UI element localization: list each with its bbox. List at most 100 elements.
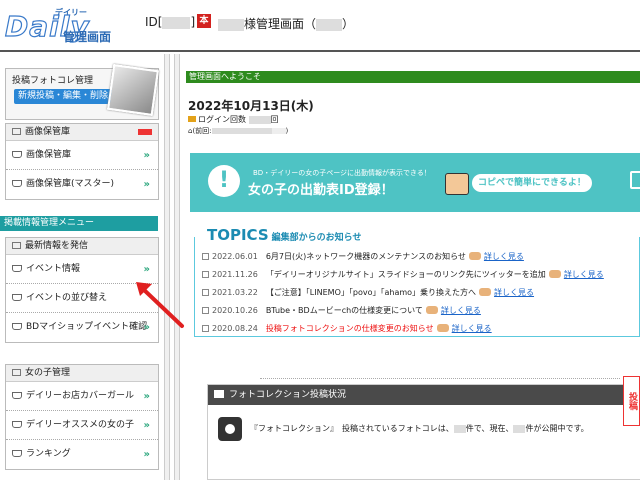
account-id: ID[] (145, 15, 195, 29)
topic-row: 2020.08.24 投稿フォトコレクションの仕様変更のお知らせ 詳しく見る (202, 323, 492, 334)
topic-text: BTube・BDムービーchの仕様変更について (265, 306, 423, 315)
girls-box: 女の子管理 デイリーお店カバーガール » デイリーオススメの女の子 » ランキング » (5, 364, 159, 470)
previous-login-close: ) (285, 127, 289, 135)
gallery-head: 画像保管庫 (6, 124, 158, 141)
masked-previous-login (211, 128, 272, 134)
chevron-right-icon: » (143, 179, 150, 190)
gallery-box: 画像保管庫 画像保管庫 » 画像保管庫(マスター) » (5, 123, 159, 200)
photo-thumbnail (107, 64, 159, 116)
previous-login-label: (前回: (192, 127, 212, 135)
topic-text: 「デイリーオリジナルサイト」スライドショーのリンク先にツイッターを追加 (265, 270, 546, 279)
login-count: ログイン回数 回 (188, 114, 279, 125)
masked-count (513, 424, 526, 433)
book-icon (12, 323, 22, 330)
daily-logo[interactable]: デイリー Daily 管理画面 (3, 4, 118, 48)
topic-text: 投稿フォトコレクションの仕様変更のお知らせ (265, 324, 434, 333)
photo-collection-status-title: フォトコレクション投稿状況 (229, 390, 347, 400)
calendar-icon (630, 171, 640, 189)
chevron-right-icon: » (143, 391, 150, 402)
book-icon (12, 180, 22, 187)
sidebar-item-gallery[interactable]: 画像保管庫 » (6, 141, 158, 170)
exclamation-icon: ! (208, 165, 240, 197)
topic-details-link[interactable]: 詳しく見る (494, 288, 534, 297)
sidebar-item-label: デイリーお店カバーガール (26, 391, 135, 401)
sidebar-item-label: 画像保管庫 (26, 150, 72, 160)
topic-details-link[interactable]: 詳しく見る (484, 252, 524, 261)
topic-date: 2020.08.24 (212, 324, 258, 333)
topic-date: 2021.03.22 (212, 288, 258, 297)
topic-date: 2022.06.01 (212, 252, 258, 261)
sidebar-item-label: イベントの並び替え (26, 293, 108, 303)
user-title-text: 様管理画面（ (244, 17, 317, 31)
chevron-right-icon: » (143, 449, 150, 460)
news-head: 最新情報を発信 (6, 238, 158, 255)
topic-details-link[interactable]: 詳しく見る (564, 270, 604, 279)
camera-icon (218, 416, 242, 441)
sidebar-item-label: イベント情報 (26, 264, 81, 274)
girls-head-label: 女の子管理 (25, 368, 71, 378)
banner-copy-badge: コピペで簡単にできるよ！ (472, 174, 592, 192)
chevron-right-icon: » (143, 150, 150, 161)
sidebar-item-ranking[interactable]: ランキング » (6, 440, 158, 469)
chevron-right-icon: » (143, 420, 150, 431)
girls-head: 女の子管理 (6, 365, 158, 382)
sidebar-item-label: 画像保管庫(マスター) (26, 179, 115, 189)
topic-text: 【ご注意】「LINEMO」「povo」「ahamo」乗り換えた方へ (265, 288, 477, 297)
topic-row: 2021.03.22 【ご注意】「LINEMO」「povo」「ahamo」乗り換え… (202, 287, 534, 298)
dotted-divider (260, 378, 620, 379)
pointing-hand-icon (479, 288, 492, 296)
book-icon (12, 294, 22, 301)
sidebar-item-recommended-girl[interactable]: デイリーオススメの女の子 » (6, 411, 158, 440)
main-content: 管理画面へようこそ 2022年10月13日(木) ログイン回数 回 ⌂(前回:)… (180, 54, 640, 480)
pointing-hand-icon (548, 270, 561, 278)
status-text-1: 『フォトコレクション』 投稿されているフォトコレは、 (250, 424, 454, 433)
post-side-badge[interactable]: 投稿 (623, 376, 640, 426)
pointing-hand-icon (468, 252, 481, 260)
welcome-bar: 管理画面へようこそ (186, 71, 640, 83)
photo-collection-title: 投稿フォトコレ管理 (12, 76, 94, 86)
book-icon (12, 421, 22, 428)
bullet-icon (202, 271, 209, 278)
login-count-suffix: 回 (270, 115, 279, 124)
arrow-icon (188, 116, 196, 122)
masked-id (162, 16, 191, 29)
red-arrow-annotation (136, 282, 184, 328)
sidebar-item-gallery-master[interactable]: 画像保管庫(マスター) » (6, 170, 158, 199)
new-post-edit-delete-button[interactable]: 新規投稿・編集・削除 (14, 89, 113, 104)
user-title-close: ） (342, 17, 355, 31)
topics-title: TOPICS 編集部からのお知らせ (203, 225, 366, 244)
frame-divider[interactable] (164, 54, 170, 480)
masked-count (453, 424, 466, 433)
topics-panel: TOPICS 編集部からのお知らせ 2022.06.01 6月7日(火)ネットワーク… (194, 225, 640, 337)
account-id-prefix: ID[ (145, 15, 163, 29)
account-id-suffix: ] (190, 15, 196, 29)
sidebar-item-label: BDマイショップイベント確認 (26, 322, 148, 332)
book-icon (12, 265, 22, 272)
attendance-id-banner[interactable]: ! BD・デイリーの女の子ページに出勤情報が表示できる！ 女の子の出勤表ID登録… (190, 153, 640, 212)
pointing-hand-icon (436, 324, 449, 332)
gallery-head-label: 画像保管庫 (25, 127, 71, 137)
sidebar-item-cover-girl[interactable]: デイリーお店カバーガール » (6, 382, 158, 411)
sidebar: 投稿フォトコレ管理 新規投稿・編集・削除 画像保管庫 画像保管庫 » 画像保管庫(… (0, 54, 166, 480)
topics-heading: TOPICS (207, 226, 269, 244)
masked-previous-login-time (271, 128, 286, 134)
masked-user-detail (316, 18, 343, 31)
topic-text: 6月7日(火)ネットワーク機器のメンテナンスのお知らせ (265, 252, 466, 261)
banner-title: 女の子の出勤表ID登録！ (248, 183, 394, 198)
user-title: 様管理画面（ ） (218, 15, 354, 32)
banner-subtitle: BD・デイリーの女の子ページに出勤情報が表示できる！ (253, 169, 431, 177)
photo-collection-status-body: 『フォトコレクション』 投稿されているフォトコレは、 件で、現在、 件が公開中です。 (218, 415, 589, 443)
photo-collection-status-head: フォトコレクション投稿状況 (208, 385, 640, 405)
topics-subheading: 編集部からのお知らせ (271, 233, 362, 243)
topic-details-link[interactable]: 詳しく見る (441, 306, 481, 315)
topic-details-link[interactable]: 詳しく見る (452, 324, 492, 333)
topic-date: 2020.10.26 (212, 306, 258, 315)
mascot-icon (445, 173, 469, 195)
bullet-icon (202, 253, 209, 260)
login-count-label: ログイン回数 (198, 115, 246, 124)
book-icon (12, 151, 22, 158)
status-text-2: 件で、現在、 (465, 424, 514, 433)
book-icon (214, 390, 224, 398)
book-icon (12, 450, 22, 457)
previous-login: ⌂(前回:) (188, 126, 288, 136)
